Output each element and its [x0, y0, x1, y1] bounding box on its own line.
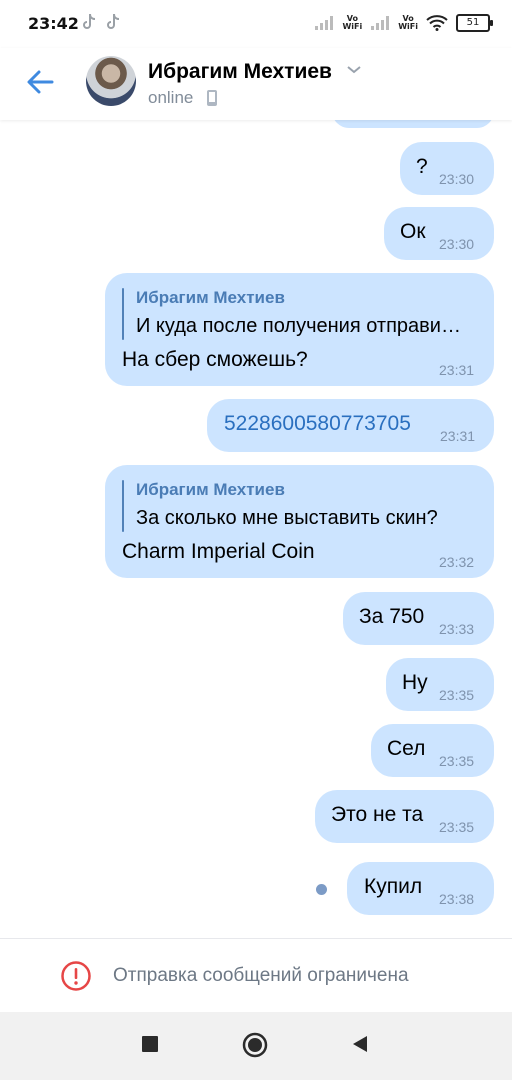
system-nav-bar [0, 1012, 512, 1080]
avatar[interactable] [86, 56, 136, 106]
mobile-device-icon [207, 90, 217, 106]
message-text: ? [416, 155, 428, 178]
restriction-text: Отправка сообщений ограничена [113, 965, 409, 986]
restriction-footer: Отправка сообщений ограничена [0, 938, 512, 1013]
message-text: Купил [364, 875, 423, 898]
card-number-link[interactable]: 5228600580773705 [224, 412, 411, 436]
message-bubble[interactable] [332, 120, 494, 128]
chat-header: Ибрагим Мехтиев online [0, 48, 512, 120]
message-text: Это не та [331, 803, 424, 826]
message-text: На сбер сможешь? [122, 348, 308, 371]
message-text: Charm Imperial Coin [122, 540, 315, 563]
notification-icons [80, 12, 122, 32]
unread-indicator [316, 884, 327, 895]
reply-author: Ибрагим Мехтиев [136, 480, 285, 499]
message-bubble[interactable]: Сел 23:35 [371, 724, 494, 777]
recents-square-icon[interactable] [140, 1034, 160, 1054]
reply-quote-bar [122, 480, 124, 532]
message-time: 23:30 [439, 171, 475, 187]
status-right: Vo WiFi Vo WiFi 51 [314, 14, 493, 32]
message-time: 23:31 [439, 362, 475, 378]
battery-icon: 51 [456, 14, 493, 32]
message-time: 23:31 [440, 428, 476, 444]
wifi-icon [426, 15, 448, 31]
message-text: За 750 [359, 605, 425, 628]
message-bubble[interactable]: Ну 23:35 [386, 658, 494, 711]
reply-text: За сколько мне выставить скин? [136, 507, 438, 529]
message-text: Ок [400, 220, 426, 243]
reply-text: И куда после получения отправи… [136, 315, 461, 337]
message-text: Сел [387, 737, 426, 760]
message-time: 23:35 [439, 753, 475, 769]
message-bubble[interactable]: 5228600580773705 23:31 [207, 399, 494, 452]
message-bubble[interactable]: Купил 23:38 [347, 862, 494, 915]
volte-wifi-icon: Vo WiFi [398, 14, 418, 31]
back-arrow-icon[interactable] [22, 64, 58, 100]
status-time: 23:42 [28, 14, 79, 33]
contact-status: online [148, 88, 194, 107]
back-triangle-icon[interactable] [350, 1034, 370, 1054]
message-text: Ну [402, 671, 428, 694]
tiktok-icon [83, 13, 96, 29]
signal-icon [371, 16, 390, 30]
chevron-down-icon[interactable] [346, 64, 362, 76]
message-bubble[interactable]: ? 23:30 [400, 142, 494, 195]
signal-icon [315, 16, 334, 30]
message-bubble[interactable]: Ок 23:30 [384, 207, 494, 260]
reply-author: Ибрагим Мехтиев [136, 288, 285, 307]
message-bubble[interactable]: За 750 23:33 [343, 592, 494, 645]
message-time: 23:30 [439, 236, 475, 252]
message-bubble[interactable]: Это не та 23:35 [315, 790, 494, 843]
volte-wifi-icon: Vo WiFi [342, 14, 363, 31]
message-time: 23:35 [439, 687, 475, 703]
message-time: 23:35 [439, 819, 475, 835]
contact-name[interactable]: Ибрагим Мехтиев [148, 60, 332, 84]
message-bubble[interactable]: Ибрагим Мехтиев За сколько мне выставить… [105, 465, 494, 578]
home-circle-icon[interactable] [242, 1032, 268, 1058]
message-bubble[interactable]: Ибрагим Мехтиев И куда после получения о… [105, 273, 494, 386]
message-time: 23:38 [439, 891, 475, 907]
status-bar: 23:42 Vo WiFi Vo WiFi 51 [0, 0, 512, 48]
message-list[interactable]: ? 23:30 Ок 23:30 Ибрагим Мехтиев И куда … [0, 120, 512, 938]
reply-quote-bar [122, 288, 124, 340]
tiktok-icon [107, 13, 120, 29]
warning-icon [61, 961, 91, 991]
message-time: 23:33 [439, 621, 475, 637]
message-time: 23:32 [439, 554, 475, 570]
